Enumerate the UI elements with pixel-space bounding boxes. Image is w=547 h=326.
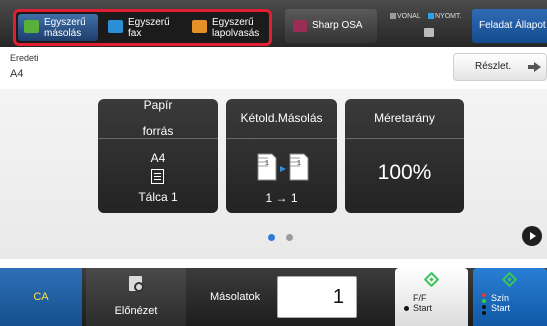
tray-icon [151,169,164,184]
bw-dot-icon [404,306,409,311]
original-value: A4 [10,68,24,80]
original-label: Eredeti [10,53,39,63]
print-indicator: NYOMT. [428,13,461,20]
arrow-right-icon [528,62,541,72]
copy-ratio-card[interactable]: Méretarány 100% [345,99,464,213]
duplex-mode-value: 1 → 1 [265,191,298,205]
status-indicators: VONAL NYOMT. [384,9,468,43]
sharp-osa-button[interactable]: Sharp OSA [285,9,377,43]
job-status-button[interactable]: Feladat Állapot [472,9,547,43]
top-bar: Egyszerű másolás Egyszerű fax Egyszerű l… [0,0,547,47]
copies-label: Másolatok [210,291,261,303]
color-start-button[interactable]: Szín Start [473,268,547,326]
paper-source-card[interactable]: Papír forrás A4 Tálca 1 [98,99,218,213]
paper-source-title: Papír forrás [98,99,218,139]
copy-icon [24,20,39,33]
tab-easy-fax[interactable]: Egyszerű fax [102,14,182,41]
sharp-osa-icon [293,20,307,32]
tab-easy-scan[interactable]: Egyszerű lapolvasás [186,14,269,41]
clear-all-button[interactable]: CA [0,268,82,326]
quick-mode-tabs: Egyszerű másolás Egyszerű fax Egyszerű l… [13,9,272,46]
duplex-copy-card[interactable]: Kétold.Másolás 1 1 1 → 1 [226,99,337,213]
start-icon [501,271,518,288]
copy-ratio-value: 100% [377,161,432,184]
start-icon [423,271,440,288]
device-icon [424,28,434,37]
preview-button[interactable]: Előnézet [86,268,186,326]
copy-ratio-title: Méretarány [345,99,464,139]
bottom-bar: CA Előnézet Másolatok 1 F/F Start Szín S… [0,268,547,326]
next-page-button[interactable] [522,226,542,246]
page-indicator-active[interactable] [268,234,275,241]
tab-easy-copy[interactable]: Egyszerű másolás [18,14,98,41]
duplex-copy-title: Kétold.Másolás [226,99,337,139]
line-indicator: VONAL [390,13,421,20]
svg-text:1: 1 [265,160,269,167]
color-dots-icon [481,293,487,319]
main-settings-area: Papír forrás A4 Tálca 1 Kétold.Másolás 1 … [0,89,547,259]
detail-button[interactable]: Részlet. [453,53,547,81]
paper-size-value: A4 [150,151,166,165]
bw-start-button[interactable]: F/F Start [395,268,468,326]
preview-icon [129,276,144,292]
scan-icon [192,20,207,33]
tray-value: Tálca 1 [138,190,178,204]
svg-text:1: 1 [297,160,301,167]
fax-icon [108,20,123,33]
duplex-icon: 1 1 [257,153,309,181]
copies-input[interactable]: 1 [277,276,357,318]
page-indicator[interactable] [286,234,293,241]
